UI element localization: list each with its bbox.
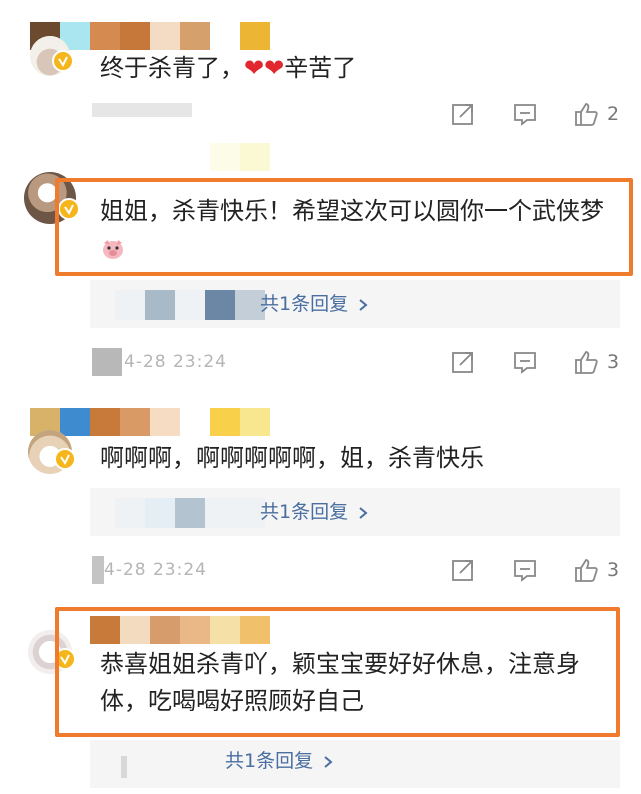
reply-button[interactable] bbox=[512, 98, 538, 130]
username-mosaic[interactable] bbox=[210, 143, 270, 171]
view-replies-link[interactable]: 共1条回复 bbox=[260, 289, 368, 319]
comment-text: 恭喜姐姐杀青吖，颖宝宝要好好休息，注意身体，吃喝喝好照顾好自己 bbox=[100, 650, 580, 715]
like-count: 3 bbox=[607, 351, 620, 373]
avatar[interactable] bbox=[30, 36, 74, 76]
replier-mosaic bbox=[115, 750, 127, 780]
share-button[interactable] bbox=[450, 554, 476, 586]
replier-mosaic bbox=[115, 498, 265, 528]
username-mosaic[interactable] bbox=[30, 408, 270, 436]
like-button[interactable]: 3 bbox=[573, 554, 619, 586]
comment-text: 姐姐，杀青快乐！希望这次可以圆你一个武侠梦 bbox=[100, 193, 620, 267]
heart-icons: ❤❤ bbox=[244, 54, 285, 82]
chevron-right-icon bbox=[359, 506, 368, 519]
comment-icon bbox=[514, 560, 536, 582]
chevron-right-icon bbox=[324, 755, 333, 768]
timestamp: 4-28 23:24 bbox=[92, 556, 207, 584]
share-icon bbox=[452, 560, 473, 581]
like-count: 3 bbox=[607, 559, 620, 581]
share-icon bbox=[452, 352, 473, 373]
reply-preview[interactable]: 共1条回复 bbox=[90, 488, 620, 536]
timestamp: 4-28 23:24 bbox=[92, 348, 227, 376]
view-replies-link[interactable]: 共1条回复 bbox=[225, 746, 333, 776]
share-button[interactable] bbox=[450, 346, 476, 378]
chevron-right-icon bbox=[359, 298, 368, 311]
comment-actions: 2 bbox=[0, 94, 641, 134]
reply-preview[interactable]: 共1条回复 bbox=[90, 280, 620, 328]
like-button[interactable]: 3 bbox=[573, 346, 619, 378]
reply-button[interactable] bbox=[512, 554, 538, 586]
share-button[interactable] bbox=[450, 98, 476, 130]
comment-actions: 4-28 23:24 3 bbox=[0, 550, 641, 590]
comment-text: 终于杀青了，❤❤辛苦了 bbox=[100, 54, 357, 82]
timestamp bbox=[92, 100, 194, 120]
reply-preview[interactable]: 共1条回复 bbox=[90, 740, 620, 788]
thumbs-up-icon bbox=[575, 559, 598, 582]
comment-icon bbox=[514, 352, 536, 374]
avatar[interactable] bbox=[28, 430, 76, 474]
comment-icon bbox=[514, 104, 536, 126]
comment-text: 啊啊啊，啊啊啊啊啊，姐，杀青快乐 bbox=[100, 444, 484, 472]
reply-button[interactable] bbox=[512, 346, 538, 378]
like-button[interactable]: 2 bbox=[573, 98, 619, 130]
piglet-emoji-icon bbox=[103, 240, 123, 259]
verified-badge-icon bbox=[54, 448, 76, 470]
share-icon bbox=[452, 104, 473, 125]
comment-actions: 4-28 23:24 3 bbox=[0, 342, 641, 382]
thumbs-up-icon bbox=[575, 351, 598, 374]
replier-mosaic bbox=[115, 290, 265, 320]
thumbs-up-icon bbox=[575, 103, 598, 126]
verified-badge-icon bbox=[52, 50, 74, 72]
like-count: 2 bbox=[607, 103, 620, 125]
view-replies-link[interactable]: 共1条回复 bbox=[260, 497, 368, 527]
